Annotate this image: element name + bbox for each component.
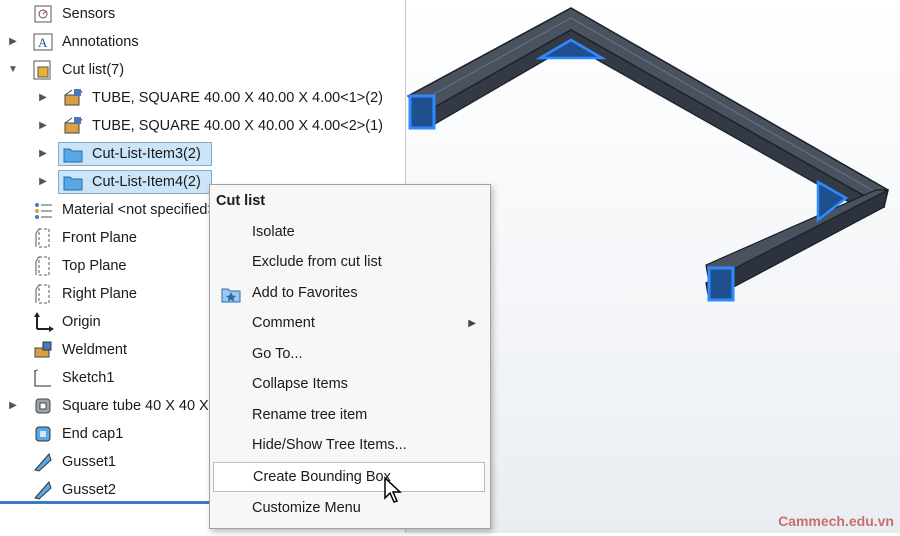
- expand-arrow-icon[interactable]: ▶: [37, 148, 49, 160]
- tree-item-label: Weldment: [62, 342, 128, 358]
- gusset-icon: [32, 451, 54, 473]
- menu-item-label: Collapse Items: [252, 376, 348, 392]
- menu-item-label: Create Bounding Box: [253, 469, 391, 485]
- tree-item-label: Gusset1: [62, 454, 116, 470]
- weldment-member-icon: [62, 115, 84, 137]
- collapse-arrow-icon[interactable]: ▼: [7, 64, 19, 76]
- annotations-icon: A: [32, 31, 54, 53]
- expand-arrow-icon[interactable]: ▶: [7, 400, 19, 412]
- watermark: Cammech.edu.vn: [778, 513, 894, 529]
- gusset-icon: [32, 479, 54, 501]
- expand-arrow-icon[interactable]: ▶: [37, 176, 49, 188]
- tube-end-face-right[interactable]: [707, 266, 735, 302]
- weldment-member-icon: [62, 87, 84, 109]
- expand-arrow-icon[interactable]: ▶: [7, 36, 19, 48]
- expand-arrow-icon[interactable]: ▶: [37, 120, 49, 132]
- menu-item-label: Comment: [252, 315, 315, 331]
- menu-item[interactable]: Exclude from cut list: [210, 249, 490, 277]
- menu-item[interactable]: Collapse Items: [210, 371, 490, 399]
- tree-item-label: Cut-List-Item3(2): [92, 146, 201, 162]
- tree-item-label: Sensors: [62, 6, 116, 22]
- structural-member-icon: [32, 395, 54, 417]
- sensors-icon: [32, 3, 54, 25]
- tree-item-label: Sketch1: [62, 370, 115, 386]
- mouse-pointer-icon: [384, 476, 402, 503]
- sketch-icon: [32, 367, 54, 389]
- plane-icon: [32, 255, 54, 277]
- folder-icon: [62, 143, 84, 165]
- tree-item-label: Gusset2: [62, 482, 116, 498]
- menu-item-label: Exclude from cut list: [252, 254, 382, 270]
- plane-icon: [32, 227, 54, 249]
- expand-arrow-icon[interactable]: ▶: [37, 92, 49, 104]
- svg-text:A: A: [38, 35, 48, 50]
- menu-item[interactable]: Go To...: [210, 341, 490, 369]
- folder-icon: [62, 171, 84, 193]
- tree-item-label: Cut-List-Item4(2): [92, 174, 201, 190]
- cut-list-icon: [32, 59, 54, 81]
- menu-item[interactable]: Rename tree item: [210, 402, 490, 430]
- favorites-star-icon: [220, 284, 242, 307]
- tube-end-face-left[interactable]: [408, 94, 436, 130]
- weldment-icon: [32, 339, 54, 361]
- material-icon: [32, 199, 54, 221]
- menu-item[interactable]: Create Bounding Box: [213, 462, 485, 492]
- menu-item[interactable]: Isolate: [210, 219, 490, 247]
- tree-item[interactable]: ▼ Cut list(7): [0, 56, 400, 84]
- tree-item[interactable]: Sensors: [0, 0, 400, 28]
- tree-item-label: Annotations: [62, 34, 139, 50]
- tree-item[interactable]: ▶ A Annotations: [0, 28, 400, 56]
- submenu-arrow-icon: ▶: [468, 318, 476, 329]
- menu-item[interactable]: Add to Favorites: [210, 280, 490, 308]
- context-menu-title: Cut list: [216, 193, 266, 209]
- menu-item[interactable]: Hide/Show Tree Items...: [210, 432, 490, 460]
- menu-item-label: Hide/Show Tree Items...: [252, 437, 407, 453]
- tree-item[interactable]: ▶ TUBE, SQUARE 40.00 X 40.00 X 4.00<2>(1): [0, 112, 400, 140]
- plane-icon: [32, 283, 54, 305]
- tree-item-label: Material <not specified>: [62, 202, 216, 218]
- tree-item-label: Cut list(7): [62, 62, 125, 78]
- tree-item-label: TUBE, SQUARE 40.00 X 40.00 X 4.00<2>(1): [92, 118, 383, 134]
- origin-icon: [32, 311, 54, 333]
- menu-item-label: Go To...: [252, 346, 303, 362]
- tree-item-label: Square tube 40 X 40 X 4: [62, 398, 221, 414]
- menu-item-label: Customize Menu: [252, 500, 361, 516]
- tree-item-label: TUBE, SQUARE 40.00 X 40.00 X 4.00<1>(2): [92, 90, 383, 106]
- menu-item-label: Add to Favorites: [252, 285, 358, 301]
- tree-item-label: Origin: [62, 314, 101, 330]
- tree-item-label: Top Plane: [62, 258, 127, 274]
- menu-item-label: Isolate: [252, 224, 295, 240]
- menu-item-label: Rename tree item: [252, 407, 368, 423]
- tree-item[interactable]: ▶ Cut-List-Item3(2): [0, 140, 400, 168]
- tree-item-label: Right Plane: [62, 286, 137, 302]
- menu-item[interactable]: Comment ▶: [210, 310, 490, 338]
- tree-item-label: End cap1: [62, 426, 124, 442]
- tree-item[interactable]: ▶ TUBE, SQUARE 40.00 X 40.00 X 4.00<1>(2): [0, 84, 400, 112]
- tree-item-label: Front Plane: [62, 230, 137, 246]
- end-cap-icon: [32, 423, 54, 445]
- context-menu: Cut list Isolate Exclude from cut list Add…: [209, 184, 491, 529]
- menu-item[interactable]: Customize Menu: [210, 495, 490, 523]
